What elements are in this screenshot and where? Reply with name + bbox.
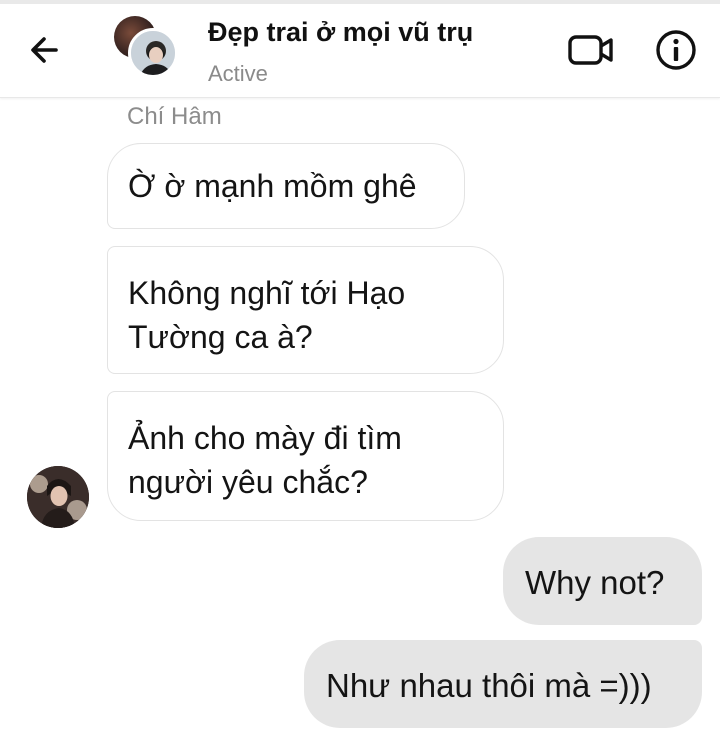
message-line: người yêu chắc? [128, 464, 368, 500]
message-text: Như nhau thôi mà =))) [326, 667, 652, 704]
back-button[interactable] [26, 30, 66, 70]
outgoing-message[interactable]: Why not? [503, 537, 702, 625]
message-line: Ảnh cho mày đi tìm [128, 420, 402, 456]
group-avatar[interactable] [114, 16, 178, 80]
outgoing-message[interactable]: Như nhau thôi mà =))) [304, 640, 702, 728]
top-divider [0, 0, 720, 4]
conversation-title: Đẹp trai ở mọi vũ trụ [208, 17, 474, 47]
video-camera-icon [568, 35, 613, 65]
info-icon [656, 30, 696, 70]
message-text: Why not? [525, 564, 665, 601]
contact-avatar[interactable] [27, 466, 89, 528]
incoming-message[interactable]: Ảnh cho mày đi tìm người yêu chắc? [107, 391, 504, 521]
message-line: Tường ca à? [128, 319, 313, 355]
sender-name: Chí Hâm [127, 103, 222, 130]
chat-header: Đẹp trai ở mọi vũ trụ Active [0, 0, 720, 98]
arrow-left-icon [31, 37, 58, 63]
info-button[interactable] [654, 28, 698, 72]
incoming-message[interactable]: Không nghĩ tới Hạo Tường ca à? [107, 246, 504, 374]
avatar-primary [128, 28, 178, 78]
video-call-button[interactable] [566, 30, 616, 70]
active-status: Active [208, 61, 268, 86]
message-line: Không nghĩ tới Hạo [128, 275, 406, 311]
incoming-message[interactable]: Ờ ờ mạnh mồm ghê [107, 143, 465, 229]
message-line: Ờ ờ mạnh mồm ghê [128, 168, 417, 204]
